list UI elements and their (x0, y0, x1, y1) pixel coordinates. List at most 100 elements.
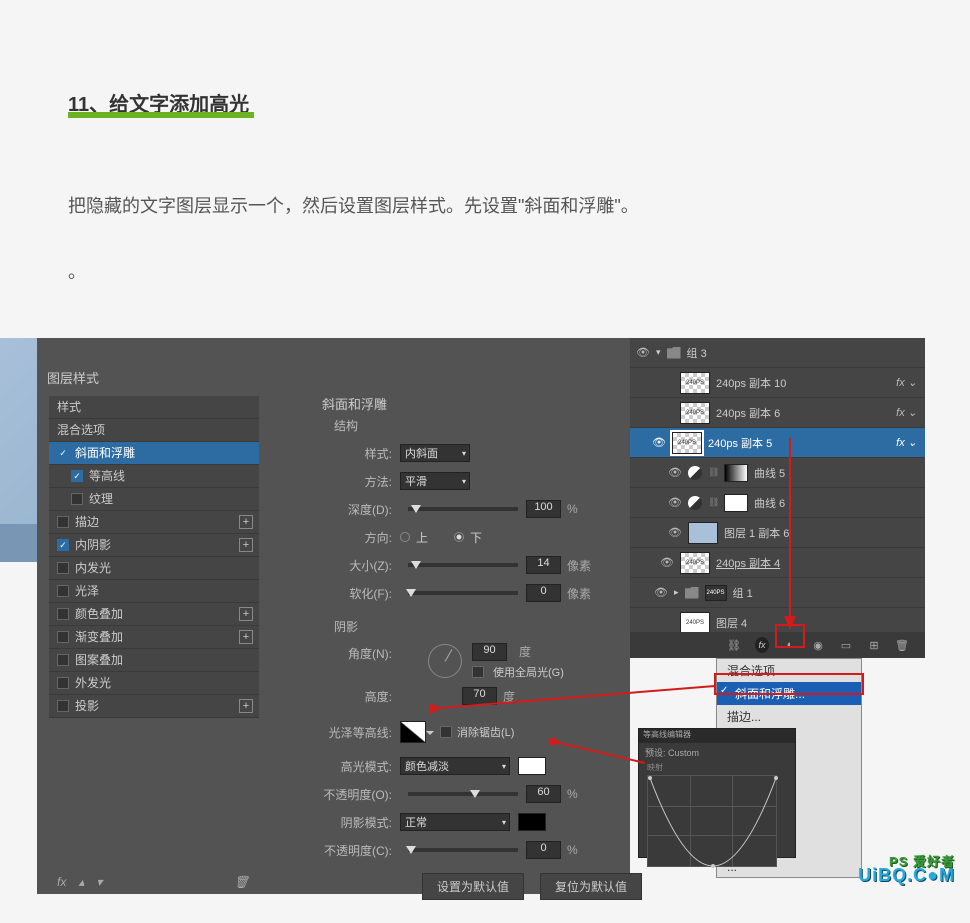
chevron-right-icon[interactable]: ▸ (674, 587, 679, 598)
checkbox-icon[interactable] (57, 677, 69, 689)
plus-icon[interactable]: + (239, 538, 253, 552)
drop-shadow-item[interactable]: 投影+ (49, 695, 259, 718)
arrow-down-icon[interactable]: ▾ (96, 875, 102, 889)
style-select[interactable]: 内斜面 (400, 444, 470, 462)
depth-input[interactable]: 100 (526, 500, 561, 518)
checkbox-icon[interactable]: ✓ (57, 447, 69, 459)
texture-item[interactable]: 纹理 (49, 488, 259, 511)
fx-indicator[interactable]: fx (896, 436, 917, 449)
soften-input[interactable]: 0 (526, 584, 561, 602)
color-overlay-item[interactable]: 颜色叠加+ (49, 603, 259, 626)
curves6-row[interactable]: 👁⛓曲线 6 (630, 488, 925, 518)
layer-copy4-row[interactable]: 👁240PS240ps 副本 4 (630, 548, 925, 578)
chevron-down-icon[interactable]: ▾ (656, 347, 661, 358)
bevel-emboss-item[interactable]: ✓斜面和浮雕 (49, 442, 259, 465)
contour-preset-row[interactable]: 预设: Custom (639, 743, 795, 762)
inner-shadow-item[interactable]: ✓内阴影+ (49, 534, 259, 557)
gloss-contour-picker[interactable] (400, 721, 426, 743)
visibility-icon[interactable]: 👁 (654, 586, 668, 600)
highlight-opacity-input[interactable]: 60 (526, 785, 561, 803)
pattern-overlay-item[interactable]: 图案叠加 (49, 649, 259, 672)
group-button-icon[interactable]: ▭ (839, 639, 853, 652)
trash-icon[interactable]: 🗑 (234, 875, 249, 889)
trash-icon[interactable]: 🗑 (895, 639, 909, 652)
link-layers-icon[interactable]: ⛓ (727, 639, 741, 652)
dir-down-radio[interactable] (454, 532, 464, 542)
group-3-row[interactable]: 👁▾组 3 (630, 338, 925, 368)
contour-item[interactable]: ✓等高线 (49, 465, 259, 488)
fx-indicator[interactable]: fx (896, 376, 917, 389)
contour-editor-popup[interactable]: 等高线编辑器 预设: Custom 映射 (638, 728, 796, 858)
stroke-item[interactable]: 描边+ (49, 511, 259, 534)
method-label: 方法: (272, 473, 400, 490)
visibility-off-icon[interactable] (660, 406, 674, 420)
gradient-overlay-item[interactable]: 渐变叠加+ (49, 626, 259, 649)
shadow-mode-select[interactable]: 正常 (400, 813, 510, 831)
checkbox-icon[interactable]: ✓ (57, 539, 69, 551)
visibility-icon[interactable]: 👁 (660, 556, 674, 570)
visibility-icon[interactable]: 👁 (636, 346, 650, 360)
highlight-opacity-slider[interactable] (408, 792, 518, 796)
layer1copy6-row[interactable]: 👁图层 1 副本 6 (630, 518, 925, 548)
fx-icon[interactable]: fx (57, 875, 66, 889)
checkbox-icon[interactable]: ✓ (71, 470, 83, 482)
reset-default-button[interactable]: 复位为默认值 (540, 873, 642, 900)
checkbox-icon[interactable] (57, 700, 69, 712)
contour-curve-grid[interactable] (647, 775, 777, 867)
inner-glow-item[interactable]: 内发光 (49, 557, 259, 580)
visibility-icon[interactable]: 👁 (668, 466, 682, 480)
depth-slider[interactable] (408, 507, 518, 511)
checkbox-icon[interactable] (57, 585, 69, 597)
checkbox-icon[interactable] (71, 493, 83, 505)
blending-options-item[interactable]: 混合选项 (49, 419, 259, 442)
new-layer-icon[interactable]: ⊞ (867, 639, 881, 652)
highlight-color-swatch[interactable] (518, 757, 546, 775)
layer-copy6-row[interactable]: 240PS240ps 副本 6fx (630, 398, 925, 428)
plus-icon[interactable]: + (239, 607, 253, 621)
visibility-off-icon[interactable] (660, 616, 674, 630)
soften-slider[interactable] (408, 591, 518, 595)
layer-copy5-row[interactable]: 👁240PS240ps 副本 5fx (630, 428, 925, 458)
menu-stroke[interactable]: 描边... (717, 705, 861, 728)
curves5-row[interactable]: 👁⛓曲线 5 (630, 458, 925, 488)
checkbox-icon[interactable] (57, 608, 69, 620)
group-1-row[interactable]: 👁▸240PS组 1 (630, 578, 925, 608)
plus-icon[interactable]: + (239, 515, 253, 529)
highlight-mode-select[interactable]: 颜色减淡 (400, 757, 510, 775)
highlight-box-menu (714, 673, 864, 695)
plus-icon[interactable]: + (239, 630, 253, 644)
angle-dial[interactable] (428, 644, 462, 678)
satin-item[interactable]: 光泽 (49, 580, 259, 603)
layer-copy10-row[interactable]: 240PS240ps 副本 10fx (630, 368, 925, 398)
antialias-checkbox[interactable] (440, 726, 452, 738)
arrow-up-icon[interactable]: ▴ (78, 875, 84, 889)
checkbox-icon[interactable] (57, 631, 69, 643)
outer-glow-item[interactable]: 外发光 (49, 672, 259, 695)
checkbox-icon[interactable] (57, 562, 69, 574)
folder-thumb-icon: 240PS (705, 585, 727, 601)
visibility-icon[interactable]: 👁 (652, 436, 666, 450)
altitude-input[interactable]: 70 (462, 687, 497, 705)
adjustment-button-icon[interactable]: ◉ (811, 639, 825, 652)
visibility-icon[interactable]: 👁 (668, 526, 682, 540)
angle-input[interactable]: 90 (472, 643, 507, 661)
fx-indicator[interactable]: fx (896, 406, 917, 419)
styles-header[interactable]: 样式 (49, 396, 259, 419)
dir-up-radio[interactable] (400, 532, 410, 542)
shadow-opacity-slider[interactable] (408, 848, 518, 852)
make-default-button[interactable]: 设置为默认值 (422, 873, 524, 900)
canvas-strip (0, 524, 37, 562)
size-slider[interactable] (408, 563, 518, 567)
visibility-icon[interactable]: 👁 (668, 496, 682, 510)
fx-button[interactable]: fx (755, 637, 769, 653)
global-light-checkbox[interactable] (472, 666, 484, 678)
shadow-color-swatch[interactable] (518, 813, 546, 831)
plus-icon[interactable]: + (239, 699, 253, 713)
size-input[interactable]: 14 (526, 556, 561, 574)
size-unit: 像素 (567, 557, 591, 574)
checkbox-icon[interactable] (57, 516, 69, 528)
shadow-opacity-input[interactable]: 0 (526, 841, 561, 859)
checkbox-icon[interactable] (57, 654, 69, 666)
visibility-off-icon[interactable] (660, 376, 674, 390)
method-select[interactable]: 平滑 (400, 472, 470, 490)
